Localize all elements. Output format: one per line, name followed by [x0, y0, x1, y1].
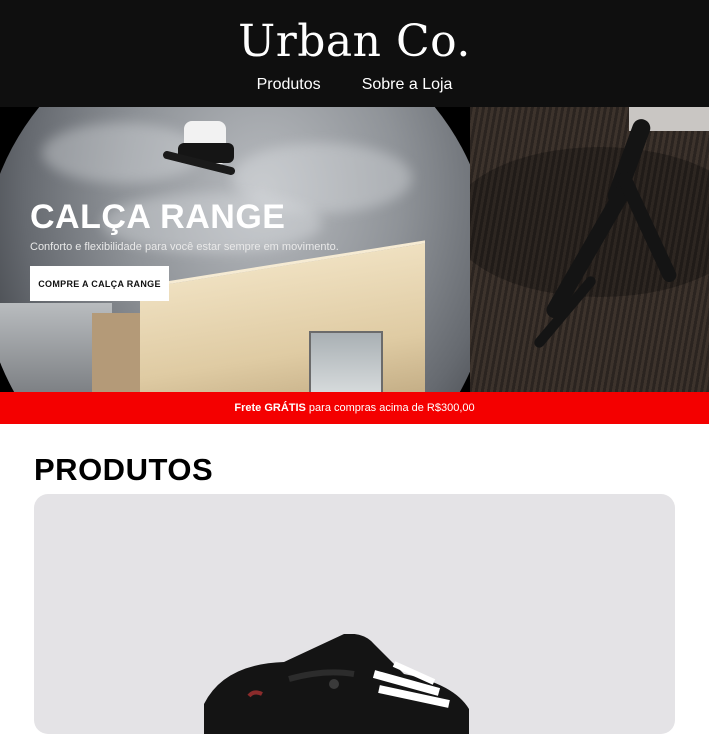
- nav-link-produtos[interactable]: Produtos: [257, 76, 321, 93]
- sneaker-image: [204, 634, 469, 734]
- hero-title: CALÇA RANGE: [30, 198, 286, 236]
- nav-link-sobre-a-loja[interactable]: Sobre a Loja: [362, 76, 453, 93]
- brand-logo[interactable]: Urban Co.: [0, 14, 709, 70]
- hero-skate-image: CALÇA RANGE Conforto e flexibilidade par…: [0, 107, 470, 392]
- hero-subtitle: Conforto e flexibilidade para você estar…: [30, 241, 339, 253]
- shop-range-pants-button[interactable]: COMPRE A CALÇA RANGE: [30, 266, 169, 301]
- products-title: PRODUTOS: [34, 452, 214, 487]
- hero-banner: CALÇA RANGE Conforto e flexibilidade par…: [0, 107, 709, 392]
- free-shipping-bold: Frete GRÁTIS: [234, 402, 306, 414]
- product-card[interactable]: [34, 494, 675, 734]
- hero-pants-image: [470, 107, 709, 392]
- main-nav: Produtos Sobre a Loja: [0, 74, 709, 94]
- free-shipping-text: para compras acima de R$300,00: [305, 402, 475, 414]
- free-shipping-banner: Frete GRÁTIS para compras acima de R$300…: [0, 392, 709, 424]
- site-header: Urban Co. Produtos Sobre a Loja: [0, 0, 709, 107]
